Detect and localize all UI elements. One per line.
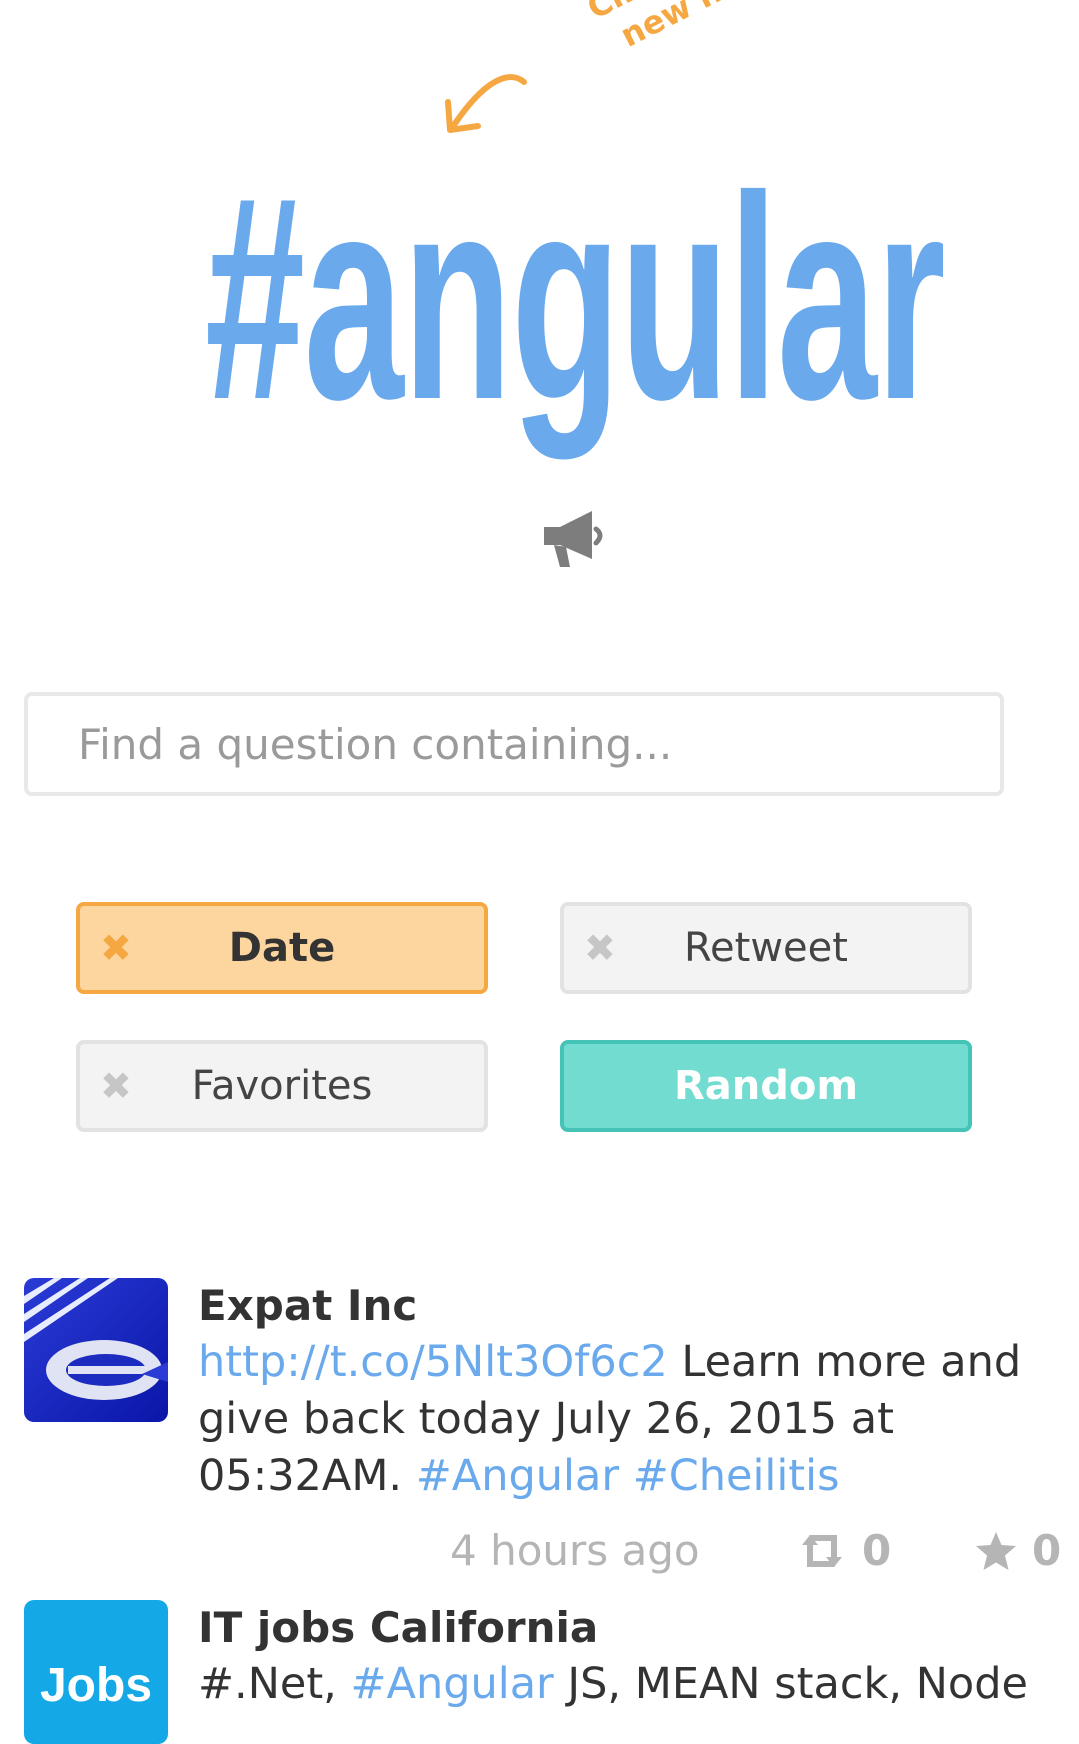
tweet-body: IT jobs California #.Net, #Angular JS, M…	[198, 1600, 1048, 1713]
jobs-logo-icon: Jobs	[24, 1658, 168, 1713]
favorite-count-value: 0	[1032, 1526, 1062, 1575]
tweet-item: Jobs IT jobs California #.Net, #Angular …	[24, 1600, 1074, 1744]
tweet-body: Expat Inc http://t.co/5Nlt3Of6c2 Learn m…	[198, 1278, 1048, 1505]
tweet-text-start: #.Net,	[198, 1659, 351, 1709]
retweet-icon	[802, 1534, 842, 1567]
hashtag-title[interactable]: #angular	[205, 148, 946, 448]
tweet-item: Expat Inc http://t.co/5Nlt3Of6c2 Learn m…	[24, 1278, 1074, 1578]
random-label: Random	[673, 1063, 859, 1109]
hashtag-link[interactable]: #Angular	[416, 1451, 619, 1501]
tweet-text-end: JS, MEAN stack, Node	[553, 1659, 1028, 1709]
sort-favorites-label: Favorites	[191, 1063, 373, 1109]
sort-date-button[interactable]: ✖ Date	[76, 902, 488, 994]
close-icon: ✖	[100, 1064, 132, 1108]
favorite-count[interactable]: 0	[974, 1526, 1061, 1575]
hashtag-link[interactable]: #Angular	[351, 1659, 554, 1709]
avatar-label: Jobs	[39, 1659, 153, 1712]
retweet-count[interactable]: 0	[796, 1526, 891, 1575]
new-hashtag-hint: Click to search new hashtag	[565, 0, 900, 134]
tweet-meta: 4 hours ago 0 0	[24, 1526, 1074, 1586]
tweet-link[interactable]: http://t.co/5Nlt3Of6c2	[198, 1337, 668, 1387]
sort-retweet-label: Retweet	[684, 925, 848, 971]
close-icon: ✖	[584, 926, 616, 970]
question-search-input[interactable]	[24, 692, 1004, 796]
tweet-text: http://t.co/5Nlt3Of6c2 Learn more and gi…	[198, 1334, 1048, 1505]
hashtag-link[interactable]: #Cheilitis	[633, 1451, 840, 1501]
curved-arrow-icon	[445, 74, 527, 133]
avatar[interactable]: Jobs	[24, 1600, 168, 1744]
sort-retweet-button[interactable]: ✖ Retweet	[560, 902, 972, 994]
tweet-text: #.Net, #Angular JS, MEAN stack, Node	[198, 1656, 1048, 1713]
megaphone-icon[interactable]	[538, 505, 608, 571]
tweet-author[interactable]: IT jobs California	[198, 1600, 1048, 1656]
tweet-author[interactable]: Expat Inc	[198, 1278, 1048, 1334]
random-button[interactable]: Random	[560, 1040, 972, 1132]
sort-date-label: Date	[228, 925, 336, 971]
sort-favorites-button[interactable]: ✖ Favorites	[76, 1040, 488, 1132]
tweet-timestamp: 4 hours ago	[450, 1526, 700, 1575]
star-icon	[976, 1531, 1016, 1570]
avatar[interactable]	[24, 1278, 168, 1422]
retweet-count-value: 0	[862, 1526, 892, 1575]
expat-logo-icon	[24, 1278, 168, 1422]
close-icon: ✖	[100, 926, 132, 970]
